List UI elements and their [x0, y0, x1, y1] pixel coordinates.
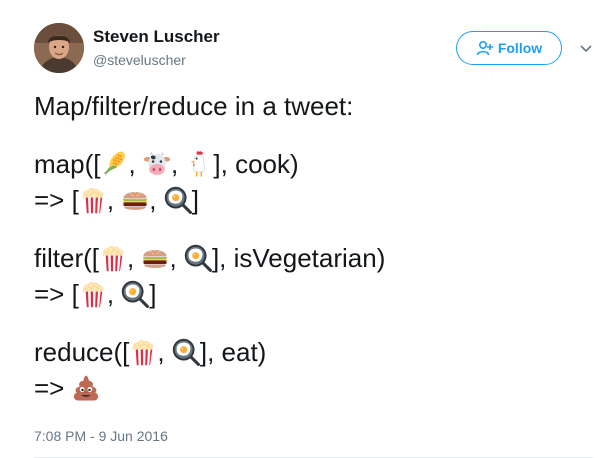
reduce-line: reduce([, ], eat)	[34, 337, 267, 367]
author-name[interactable]: Steven Luscher	[93, 27, 220, 47]
chicken-emoji	[185, 150, 213, 178]
ear-of-corn-emoji	[100, 150, 128, 178]
follow-button-label: Follow	[497, 40, 543, 56]
filter-result-line: => [, ]	[34, 279, 157, 309]
chevron-down-icon[interactable]	[578, 40, 594, 56]
fried-egg-in-pan-emoji	[164, 186, 192, 214]
tweet-text: Map/filter/reduce in a tweet: map([, , ]…	[34, 88, 385, 406]
tweet-card: Steven Luscher @steveluscher Follow Map/…	[0, 0, 614, 458]
hamburger-emoji	[141, 244, 169, 272]
tweet-timestamp[interactable]: 7:08 PM - 9 Jun 2016	[34, 427, 168, 445]
follow-button[interactable]: Follow	[456, 31, 562, 65]
popcorn-emoji	[79, 280, 107, 308]
pile-of-poo-emoji	[72, 374, 100, 402]
cow-face-emoji	[143, 150, 171, 178]
fried-egg-in-pan-emoji	[172, 338, 200, 366]
hamburger-emoji	[121, 186, 149, 214]
filter-line: filter([, , ], isVegetarian)	[34, 243, 386, 273]
avatar[interactable]	[34, 23, 84, 73]
author-handle[interactable]: @steveluscher	[93, 51, 186, 69]
popcorn-emoji	[129, 338, 157, 366]
tweet-intro: Map/filter/reduce in a tweet:	[34, 91, 354, 121]
add-user-icon	[476, 40, 494, 56]
map-line: map([, , ], cook)	[34, 149, 299, 179]
popcorn-emoji	[99, 244, 127, 272]
fried-egg-in-pan-emoji	[184, 244, 212, 272]
map-result-line: => [, , ]	[34, 185, 199, 215]
popcorn-emoji	[79, 186, 107, 214]
avatar-image	[34, 23, 84, 73]
reduce-result-line: =>	[34, 370, 385, 406]
fried-egg-in-pan-emoji	[121, 280, 149, 308]
